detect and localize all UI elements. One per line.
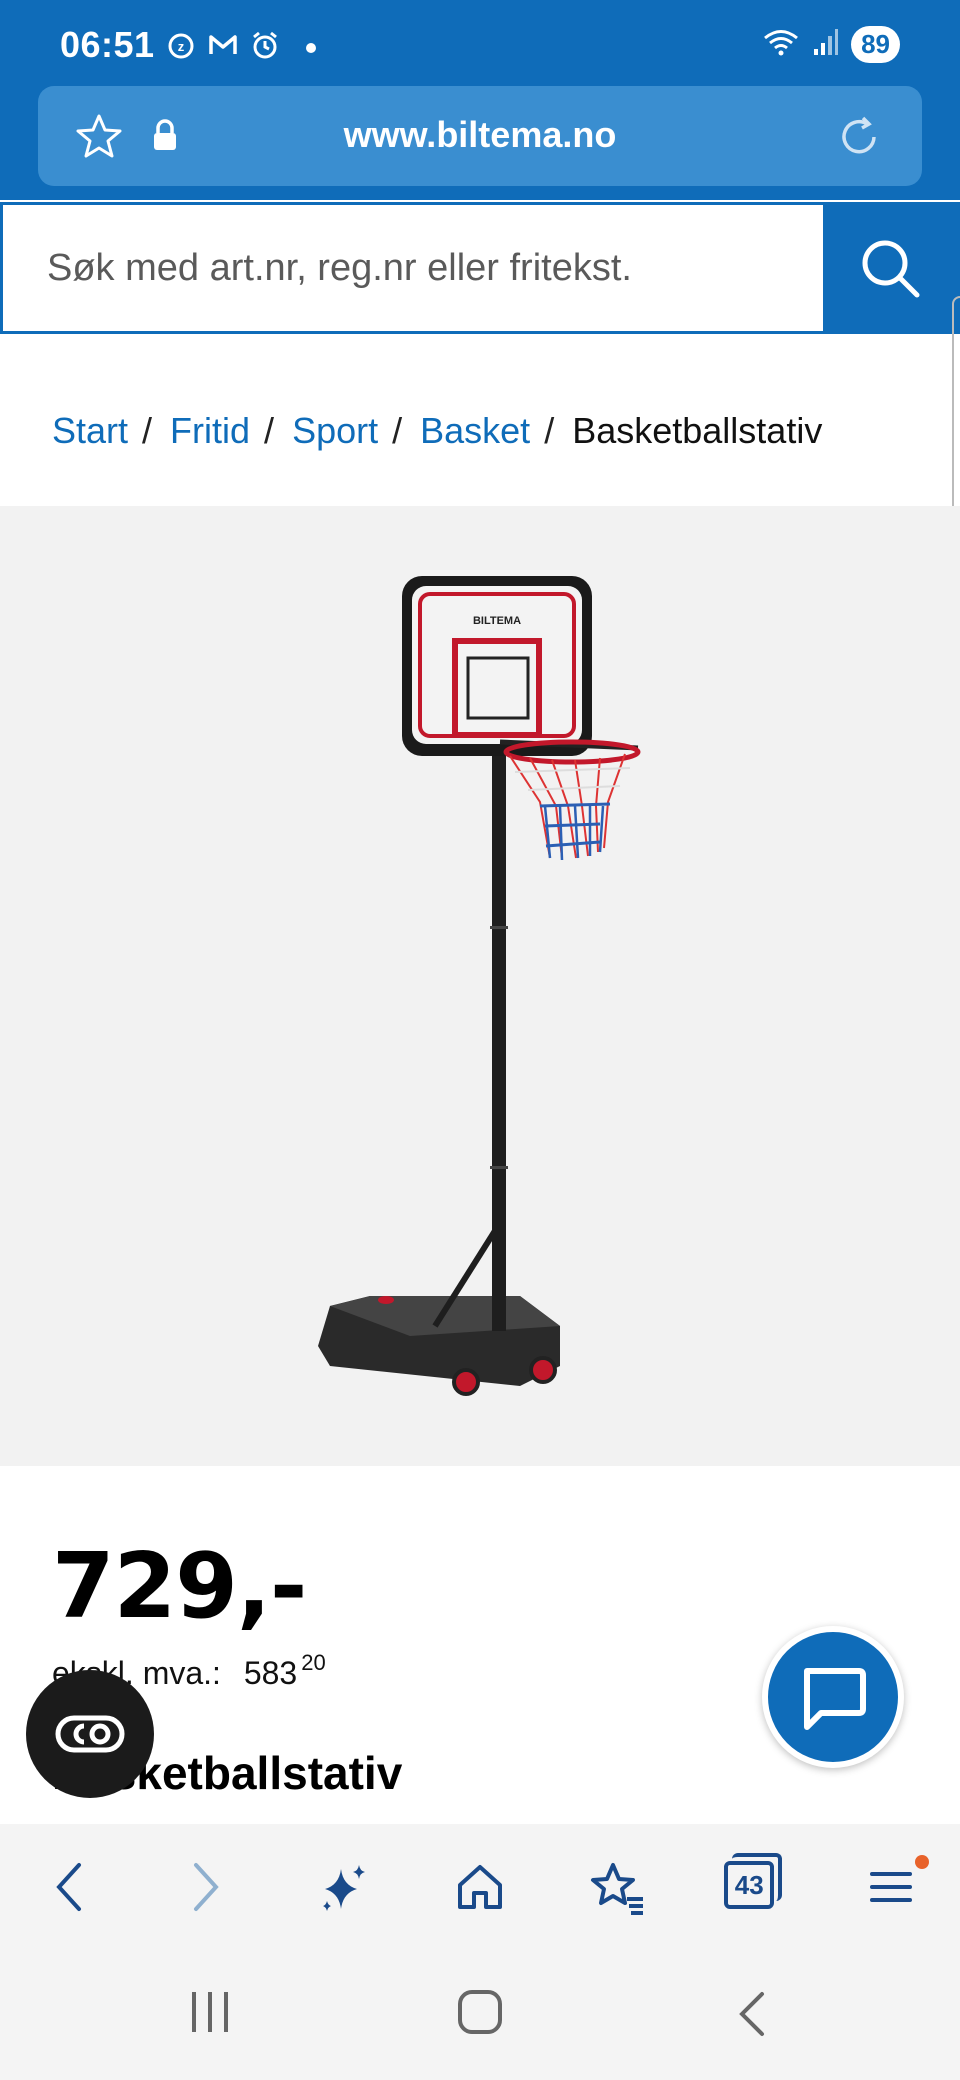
browser-top-chrome: 06:51 z 89 www.biltema.no <box>0 0 960 200</box>
notification-dot <box>306 42 316 53</box>
breadcrumb-sport[interactable]: Sport <box>292 410 378 452</box>
reload-icon[interactable] <box>834 112 884 167</box>
url-text[interactable]: www.biltema.no <box>38 114 922 156</box>
status-bar: 06:51 z 89 <box>0 0 960 84</box>
browser-bottom-nav: 43 <box>0 1824 960 1950</box>
assistant-button[interactable] <box>303 1847 383 1927</box>
breadcrumb-separator: / <box>544 410 555 451</box>
breadcrumb-separator: / <box>392 410 403 451</box>
chat-button[interactable] <box>762 1626 904 1768</box>
backboard-logo: BILTEMA <box>473 615 521 627</box>
system-home-button[interactable] <box>458 1990 502 2034</box>
url-bar[interactable]: www.biltema.no <box>38 86 922 186</box>
status-system-icons: 89 <box>761 26 900 63</box>
chat-bubble-icon <box>804 1668 866 1730</box>
home-icon <box>457 1865 502 1909</box>
wifi-icon <box>761 27 801 62</box>
menu-button[interactable] <box>851 1847 931 1927</box>
breadcrumb-current: Basketballstativ <box>572 410 823 451</box>
back-button[interactable] <box>29 1847 109 1927</box>
status-notification-icons: z <box>166 30 316 65</box>
battery-indicator: 89 <box>851 26 900 63</box>
co-floating-button[interactable] <box>26 1670 154 1798</box>
svg-text:z: z <box>178 39 185 54</box>
recent-apps-button[interactable] <box>192 1992 228 2032</box>
signal-icon <box>813 27 839 62</box>
breadcrumb-fritid[interactable]: Fritid <box>170 410 250 452</box>
forward-icon <box>193 1863 219 1911</box>
z-alarm-icon: z <box>166 30 196 65</box>
menu-icon <box>870 1872 913 1902</box>
product-price: 729,- <box>52 1534 307 1639</box>
status-time: 06:51 <box>60 24 155 65</box>
system-back-button[interactable] <box>736 1990 766 2043</box>
product-image[interactable]: BILTEMA <box>0 506 960 1466</box>
bookmarks-button[interactable] <box>577 1847 657 1927</box>
breadcrumb-separator: / <box>264 410 275 451</box>
home-button[interactable] <box>440 1847 520 1927</box>
ex-vat-value: 583 <box>243 1655 298 1691</box>
system-navigation-bar <box>0 1950 960 2080</box>
search-icon <box>862 240 920 298</box>
back-icon <box>55 1863 81 1911</box>
tabs-button[interactable]: 43 <box>714 1847 794 1927</box>
ex-vat-decimals: 20 <box>301 1650 326 1675</box>
co-icon <box>55 1715 125 1753</box>
search-input[interactable] <box>3 205 829 331</box>
search-button[interactable] <box>823 202 957 334</box>
tabs-count: 43 <box>724 1861 775 1909</box>
alarm-clock-icon <box>250 30 280 65</box>
breadcrumb-basket[interactable]: Basket <box>420 410 530 452</box>
sparkle-icon <box>322 1865 365 1911</box>
site-search-bar <box>0 202 960 334</box>
breadcrumb: Start / Fritid / Sport / Basket / Basket… <box>52 410 822 452</box>
forward-button[interactable] <box>166 1847 246 1927</box>
breadcrumb-start[interactable]: Start <box>52 410 128 452</box>
gmail-icon <box>208 30 238 65</box>
notification-badge <box>915 1855 930 1869</box>
breadcrumb-separator: / <box>142 410 153 451</box>
bookmarks-icon <box>591 1863 644 1915</box>
system-back-icon <box>739 1992 764 2036</box>
basketball-stand-image: BILTEMA <box>318 576 641 1396</box>
